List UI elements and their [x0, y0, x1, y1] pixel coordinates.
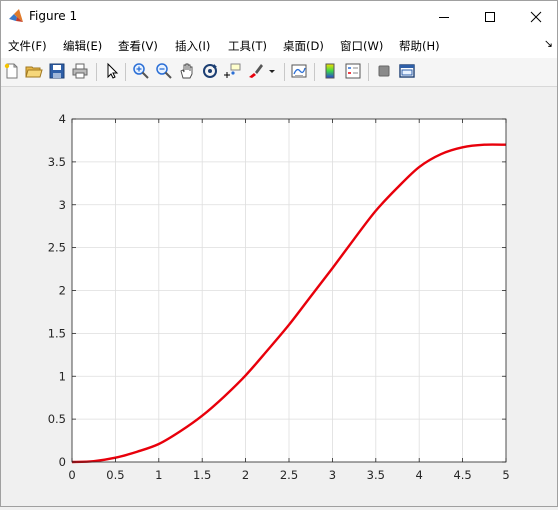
menu-desktop[interactable]: 桌面(D): [283, 38, 324, 54]
y-tick-labels: 0 0.5 1 1.5 2 2.5 3 3.5 4: [48, 112, 66, 469]
brush-icon[interactable]: [247, 62, 265, 80]
title-bar: Figure 1: [1, 1, 557, 32]
y-tick-label: 2.5: [48, 241, 66, 255]
close-icon: [530, 11, 542, 22]
toolbar-separator: [314, 63, 315, 81]
y-tick-label: 0: [59, 455, 66, 469]
y-tick-label: 1.5: [48, 326, 66, 340]
menu-help[interactable]: 帮助(H): [399, 38, 440, 54]
window-title: Figure 1: [29, 9, 78, 23]
figure-window: Figure 1 文件(F) 编辑(E) 查看(V) 插入(I) 工具(T) 桌…: [0, 0, 558, 507]
show-plot-tools-icon[interactable]: [398, 62, 416, 80]
save-icon[interactable]: [48, 62, 66, 80]
menu-insert[interactable]: 插入(I): [175, 38, 210, 54]
new-figure-icon[interactable]: [3, 62, 21, 80]
print-icon[interactable]: [71, 62, 89, 80]
x-tick-label: 0.5: [106, 468, 124, 482]
x-tick-label: 4: [416, 468, 423, 482]
x-tick-label: 2: [242, 468, 249, 482]
x-tick-label: 4.5: [453, 468, 471, 482]
x-tick-label: 5: [502, 468, 509, 482]
line-chart[interactable]: 0 0.5 1 1.5 2 2.5 3 3.5 4 4.5 5 0 0.5 1 1.5 2 2.5 3 3.5 4: [1, 87, 557, 506]
pan-hand-icon[interactable]: [178, 62, 196, 80]
maximize-icon: [485, 11, 495, 22]
toolbar-separator: [96, 63, 97, 81]
toolbar-separator: [368, 63, 369, 81]
menu-window[interactable]: 窗口(W): [340, 38, 383, 54]
x-tick-label: 3: [329, 468, 336, 482]
x-tick-label: 2.5: [280, 468, 298, 482]
minimize-button[interactable]: [421, 1, 467, 32]
y-tick-label: 1: [59, 369, 66, 383]
close-button[interactable]: [513, 1, 558, 32]
hide-plot-tools-icon[interactable]: [375, 62, 393, 80]
y-tick-label: 2: [59, 284, 66, 298]
x-tick-labels: 0 0.5 1 1.5 2 2.5 3 3.5 4 4.5 5: [68, 468, 509, 482]
menu-view[interactable]: 查看(V): [118, 38, 158, 54]
data-cursor-icon[interactable]: [224, 62, 242, 80]
colorbar-icon[interactable]: [321, 62, 339, 80]
minimize-icon: [439, 16, 449, 18]
y-tick-label: 4: [59, 112, 66, 126]
select-pointer-icon[interactable]: [103, 62, 121, 80]
menu-bar: 文件(F) 编辑(E) 查看(V) 插入(I) 工具(T) 桌面(D) 窗口(W…: [1, 32, 557, 58]
menu-edit[interactable]: 编辑(E): [63, 38, 102, 54]
legend-icon[interactable]: [344, 62, 362, 80]
toolbar-separator: [125, 63, 126, 81]
x-tick-label: 0: [68, 468, 75, 482]
y-tick-label: 3: [59, 198, 66, 212]
brush-dropdown-chevron-down-icon[interactable]: [267, 62, 277, 80]
zoom-in-icon[interactable]: [132, 62, 150, 80]
y-tick-label: 3.5: [48, 155, 66, 169]
menu-overflow-icon[interactable]: ↘: [544, 37, 553, 50]
matlab-logo-icon: [9, 9, 23, 22]
y-tick-label: 0.5: [48, 412, 66, 426]
figure-toolbar: [1, 58, 557, 87]
maximize-button[interactable]: [467, 1, 513, 32]
menu-file[interactable]: 文件(F): [8, 38, 47, 54]
toolbar-separator: [284, 63, 285, 81]
zoom-out-icon[interactable]: [155, 62, 173, 80]
x-tick-label: 1.5: [193, 468, 211, 482]
x-tick-label: 3.5: [367, 468, 385, 482]
open-file-icon[interactable]: [25, 62, 43, 80]
rotate-3d-icon[interactable]: [201, 62, 219, 80]
menu-tools[interactable]: 工具(T): [228, 38, 267, 54]
figure-canvas[interactable]: 0 0.5 1 1.5 2 2.5 3 3.5 4 4.5 5 0 0.5 1 1.5 2 2.5 3 3.5 4: [1, 87, 557, 506]
link-plot-icon[interactable]: [290, 62, 308, 80]
x-tick-label: 1: [155, 468, 162, 482]
